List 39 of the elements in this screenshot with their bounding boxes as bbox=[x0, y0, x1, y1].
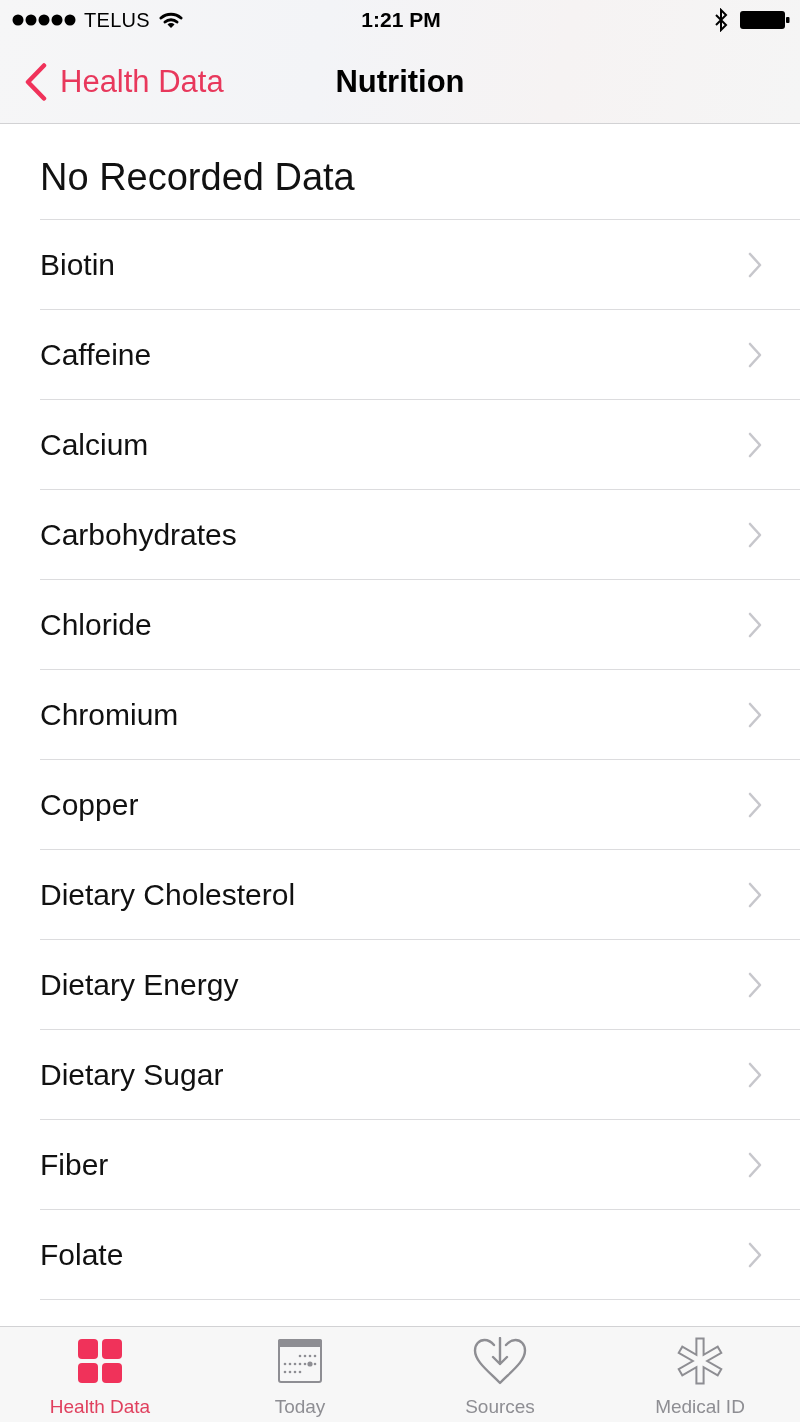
back-button[interactable]: Health Data bbox=[25, 61, 224, 102]
back-chevron-icon bbox=[25, 62, 47, 101]
calendar-icon bbox=[278, 1339, 322, 1383]
section-title: No Recorded Data bbox=[40, 154, 355, 200]
chevron-icon bbox=[748, 611, 762, 638]
heart-download-icon bbox=[473, 1337, 527, 1385]
status-time: 1:21 PM bbox=[361, 8, 441, 31]
chevron-icon bbox=[748, 431, 762, 458]
chevron-icon bbox=[748, 521, 762, 548]
list-item[interactable]: Carbohydrates bbox=[40, 490, 800, 580]
wifi-icon bbox=[158, 11, 183, 29]
chevron-icon bbox=[748, 881, 762, 908]
grid-icon bbox=[78, 1339, 122, 1383]
chevron-icon bbox=[748, 1151, 762, 1178]
list-item[interactable]: Biotin bbox=[40, 220, 800, 310]
chevron-icon bbox=[748, 1061, 762, 1088]
tab[interactable]: Health Data bbox=[0, 1327, 200, 1422]
chevron-icon bbox=[748, 341, 762, 368]
list-item[interactable]: Caffeine bbox=[40, 310, 800, 400]
bluetooth-icon bbox=[714, 8, 728, 32]
list-item[interactable]: Copper bbox=[40, 760, 800, 850]
signal-icon bbox=[12, 14, 76, 26]
asterisk-icon bbox=[676, 1337, 724, 1385]
chevron-icon bbox=[748, 971, 762, 998]
carrier-name: TELUS bbox=[84, 8, 150, 32]
list-item[interactable]: Fiber bbox=[40, 1120, 800, 1210]
battery-icon bbox=[740, 10, 790, 30]
chevron-icon bbox=[748, 251, 762, 278]
list-item[interactable]: Chloride bbox=[40, 580, 800, 670]
chevron-icon bbox=[748, 701, 762, 728]
chevron-icon bbox=[748, 791, 762, 818]
list-item[interactable]: Calcium bbox=[40, 400, 800, 490]
list-item[interactable]: Chromium bbox=[40, 670, 800, 760]
list-item[interactable]: Dietary Sugar bbox=[40, 1030, 800, 1120]
list-item[interactable]: Folate bbox=[40, 1210, 800, 1300]
page-title: Nutrition bbox=[335, 63, 465, 99]
chevron-icon bbox=[748, 1241, 762, 1268]
list-item[interactable]: Dietary Cholesterol bbox=[40, 850, 800, 940]
list-item[interactable]: Dietary Energy bbox=[40, 940, 800, 1030]
